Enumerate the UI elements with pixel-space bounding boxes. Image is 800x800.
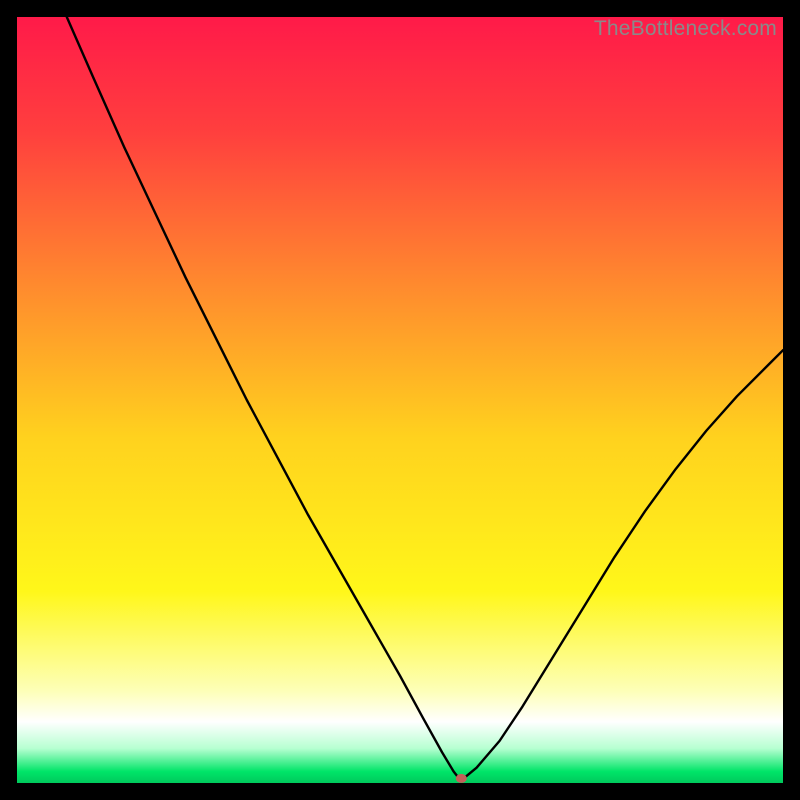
chart-background	[17, 17, 783, 783]
circle-marker	[456, 774, 467, 783]
watermark-label: TheBottleneck.com	[594, 17, 777, 41]
chart-frame: TheBottleneck.com	[17, 17, 783, 783]
bottleneck-chart	[17, 17, 783, 783]
